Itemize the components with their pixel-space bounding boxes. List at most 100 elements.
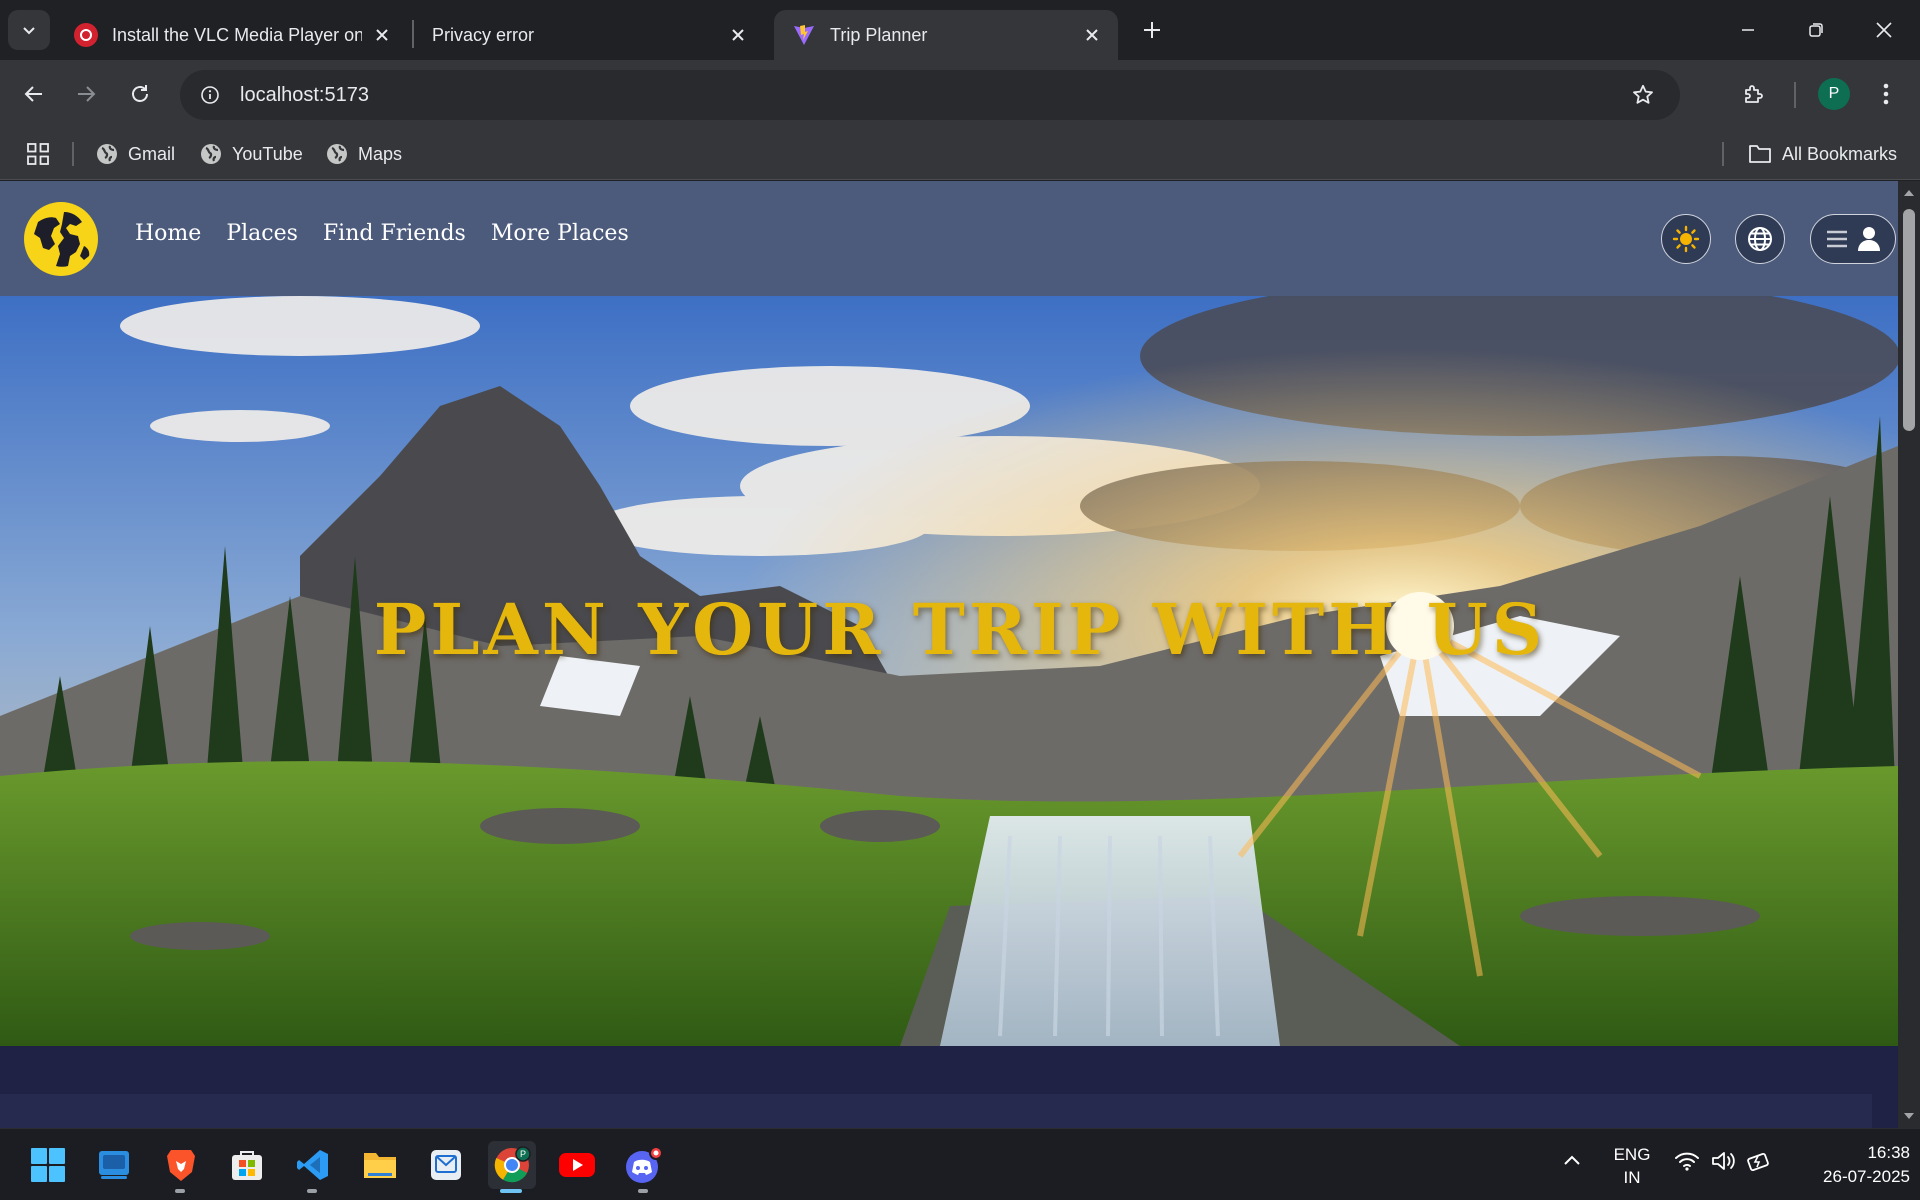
scrollbar-thumb[interactable] — [1903, 209, 1915, 431]
tab-title: Install the VLC Media Player on — [112, 24, 362, 45]
nav-link-home[interactable]: Home — [135, 221, 201, 246]
close-icon — [1876, 22, 1892, 38]
running-indicator — [175, 1189, 185, 1193]
clock-time: 16:38 — [1867, 1143, 1910, 1162]
language-indicator[interactable]: ENG IN — [1610, 1143, 1654, 1189]
globe-logo-icon[interactable] — [24, 202, 98, 276]
restore-button[interactable] — [1782, 0, 1850, 60]
tab-vlc[interactable]: Install the VLC Media Player on — [56, 10, 408, 60]
site-navbar: Home Places Find Friends More Places — [0, 181, 1898, 296]
content-panel — [0, 1094, 1872, 1128]
close-icon[interactable] — [370, 23, 394, 47]
scroll-down-icon[interactable] — [1903, 1110, 1915, 1122]
account-menu-button[interactable] — [1810, 214, 1896, 264]
wifi-icon[interactable] — [1674, 1151, 1700, 1176]
user-icon — [1857, 227, 1880, 251]
discord-icon[interactable] — [620, 1141, 668, 1193]
chrome-menu-button[interactable] — [1866, 74, 1906, 114]
tab-trip-planner[interactable]: Trip Planner — [774, 10, 1118, 60]
tab-search-button[interactable] — [8, 10, 50, 50]
screen: Install the VLC Media Player on Privacy … — [0, 0, 1920, 1200]
bookmark-label: Maps — [358, 143, 403, 164]
close-icon[interactable] — [726, 23, 750, 47]
profile-avatar[interactable]: P — [1818, 78, 1850, 110]
file-explorer-icon[interactable] — [356, 1141, 404, 1189]
reload-icon — [132, 85, 148, 102]
address-bar[interactable]: localhost:5173 — [180, 70, 1680, 120]
site-info-icon[interactable] — [194, 79, 226, 111]
arrow-right-icon — [78, 86, 96, 102]
clock-date: 26-07-2025 — [1823, 1167, 1910, 1186]
close-window-button[interactable] — [1850, 0, 1918, 60]
chevron-up-icon — [1564, 1155, 1580, 1165]
arrow-left-icon — [24, 86, 42, 102]
hero-banner: PLAN YOUR TRIP WITH US — [0, 296, 1898, 1046]
nav-link-more-places[interactable]: More Places — [491, 221, 629, 246]
plus-icon — [1144, 22, 1160, 38]
bookmarks-divider — [72, 142, 74, 166]
landscape-image — [0, 296, 1898, 1046]
toolbar-divider — [1794, 82, 1796, 108]
widgets-icon[interactable] — [90, 1141, 138, 1189]
bookmark-star-icon[interactable] — [1628, 80, 1658, 110]
browser-toolbar: localhost:5173 P — [0, 60, 1920, 128]
bookmarks-bar: Gmail YouTube Maps All Bookmarks — [0, 128, 1920, 180]
reload-button[interactable] — [120, 74, 160, 114]
app-icon[interactable] — [422, 1141, 470, 1189]
system-clock[interactable]: 16:38 26-07-2025 — [1790, 1141, 1910, 1189]
sun-icon — [1672, 225, 1700, 253]
all-bookmarks-button[interactable]: All Bookmarks — [1748, 136, 1897, 172]
globe-icon — [327, 144, 347, 164]
puzzle-icon — [1745, 85, 1763, 103]
bookmark-youtube[interactable]: YouTube — [200, 136, 303, 172]
brave-icon[interactable] — [157, 1141, 205, 1193]
volume-icon[interactable] — [1710, 1150, 1736, 1177]
minimize-button[interactable] — [1714, 0, 1782, 60]
nav-link-places[interactable]: Places — [226, 221, 298, 246]
youtube-icon[interactable] — [553, 1141, 601, 1189]
extensions-button[interactable] — [1734, 74, 1774, 114]
new-tab-button[interactable] — [1136, 14, 1168, 46]
folder-icon — [1749, 145, 1771, 163]
apps-grid-icon — [27, 143, 49, 165]
globe-icon — [97, 144, 117, 164]
tab-strip: Install the VLC Media Player on Privacy … — [0, 0, 1920, 60]
bookmark-maps[interactable]: Maps — [326, 136, 402, 172]
language-code: ENG — [1613, 1145, 1651, 1164]
bookmark-gmail[interactable]: Gmail — [96, 136, 175, 172]
bookmarks-divider — [1722, 142, 1724, 166]
microsoft-store-icon[interactable] — [223, 1141, 271, 1189]
show-hidden-icons-button[interactable] — [1563, 1151, 1581, 1171]
more-vertical-icon — [1883, 83, 1889, 105]
running-indicator — [638, 1189, 648, 1193]
tab-privacy-error[interactable]: Privacy error — [414, 10, 764, 60]
page-scrollbar[interactable] — [1898, 181, 1920, 1128]
forward-button[interactable] — [66, 74, 106, 114]
restore-icon — [1809, 23, 1823, 37]
close-icon[interactable] — [1080, 23, 1104, 47]
vite-logo-icon — [792, 23, 816, 47]
url-text: localhost:5173 — [240, 83, 369, 106]
windows-taskbar: P ENG IN 16:38 26-07-2025 — [0, 1128, 1920, 1200]
chrome-icon[interactable]: P — [488, 1141, 536, 1193]
scroll-up-icon[interactable] — [1903, 187, 1915, 199]
theme-toggle-button[interactable] — [1661, 214, 1711, 264]
red-logo-icon — [74, 23, 98, 47]
active-indicator — [500, 1189, 522, 1193]
globe-icon — [201, 144, 221, 164]
nav-link-find-friends[interactable]: Find Friends — [323, 221, 466, 246]
all-bookmarks-label: All Bookmarks — [1782, 143, 1898, 164]
web-page: Home Places Find Friends More Places PLA… — [0, 181, 1898, 1128]
site-nav-links: Home Places Find Friends More Places — [135, 221, 629, 246]
language-button[interactable] — [1735, 214, 1785, 264]
svg-text:P: P — [520, 1149, 526, 1159]
apps-button[interactable] — [26, 136, 50, 172]
back-button[interactable] — [14, 74, 54, 114]
minimize-icon — [1742, 29, 1754, 31]
running-indicator — [307, 1189, 317, 1193]
bookmark-label: YouTube — [232, 143, 303, 164]
vscode-icon[interactable] — [289, 1141, 337, 1193]
windows-start-icon[interactable] — [24, 1141, 72, 1189]
battery-icon[interactable] — [1746, 1150, 1772, 1177]
tab-title: Privacy error — [432, 24, 535, 45]
